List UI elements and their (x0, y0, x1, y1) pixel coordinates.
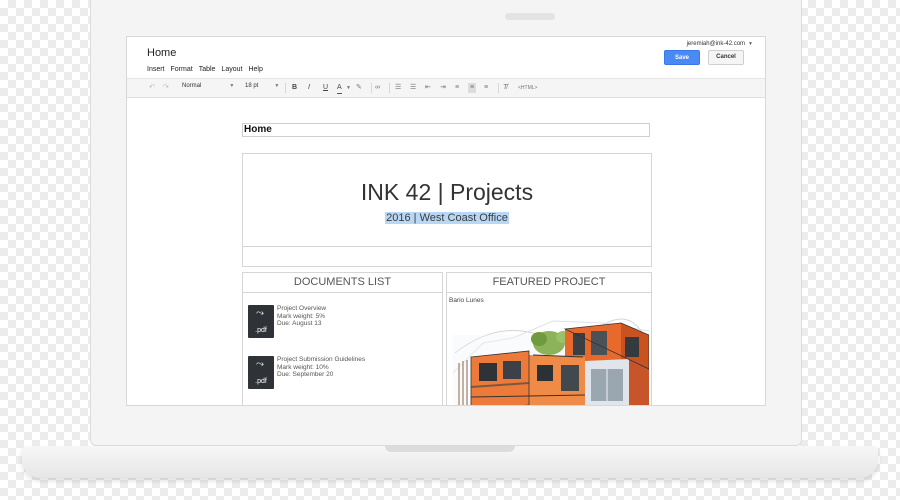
undo-icon[interactable]: ↶ (149, 83, 155, 93)
page-title: Home (147, 47, 177, 59)
toolbar-divider (498, 83, 499, 93)
pdf-icon-label: .pdf (255, 327, 267, 334)
document-details: Project Submission Guidelines Mark weigh… (277, 356, 365, 379)
acrobat-icon: ⤳ (256, 359, 264, 370)
html-mode-button[interactable]: <HTML> (518, 83, 537, 93)
documents-list-panel: DOCUMENTS LIST ⤳ .pdf Project Overview M… (242, 272, 443, 406)
formatting-toolbar: ↶ ↷ Normal ▼ 18 pt ▼ B I U A ▼ ✎ ∞ ☰ ☰ ⇤ ⇥… (127, 78, 765, 98)
documents-list-heading: DOCUMENTS LIST (243, 273, 442, 293)
font-size-value: 18 pt (245, 83, 259, 89)
redo-icon[interactable]: ↷ (163, 83, 169, 93)
align-right-icon[interactable]: ≡ (484, 83, 488, 93)
section-title-input[interactable]: Home (242, 123, 650, 137)
style-select[interactable]: Normal ▼ (182, 83, 234, 89)
pdf-icon-label: .pdf (255, 378, 267, 385)
align-center-icon[interactable]: ≡ (468, 83, 477, 93)
pdf-file-icon-partial (248, 405, 274, 406)
featured-project-heading: FEATURED PROJECT (447, 273, 651, 293)
toolbar-divider (371, 83, 372, 93)
highlight-icon[interactable]: ✎ (356, 83, 362, 93)
document-name[interactable]: Project Overview (277, 305, 326, 313)
hero-subtitle-wrap: 2016 | West Coast Office (243, 208, 651, 226)
style-select-value: Normal (182, 83, 202, 89)
link-icon[interactable]: ∞ (375, 83, 380, 93)
menu-help[interactable]: Help (248, 66, 262, 73)
menu-bar: Insert Format Table Layout Help (147, 66, 269, 73)
hero-block[interactable]: INK 42 | Projects 2016 | West Coast Offi… (242, 153, 652, 247)
bold-button[interactable]: B (292, 83, 297, 93)
laptop-base-groove (385, 446, 515, 452)
save-button[interactable]: Save (664, 50, 700, 65)
bulleted-list-icon[interactable]: ☰ (410, 83, 416, 93)
menu-layout[interactable]: Layout (221, 66, 242, 73)
italic-button[interactable]: I (308, 83, 310, 93)
text-color-button[interactable]: A (337, 83, 342, 94)
increase-indent-icon[interactable]: ⇥ (440, 83, 446, 93)
document-details: Project Overview Mark weight: 5% Due: Au… (277, 305, 326, 328)
acrobat-icon: ⤳ (256, 308, 264, 319)
building-illustration (453, 318, 649, 405)
pdf-file-icon: ⤳ .pdf (248, 305, 274, 338)
document-due: Due: September 20 (277, 371, 334, 378)
decrease-indent-icon[interactable]: ⇤ (425, 83, 431, 93)
underline-button[interactable]: U (323, 83, 328, 93)
menu-format[interactable]: Format (171, 66, 193, 73)
hero-title: INK 42 | Projects (360, 179, 534, 205)
numbered-list-icon[interactable]: ☰ (395, 83, 401, 93)
cancel-button[interactable]: Cancel (708, 50, 744, 65)
user-email: jeremiah@ink-42.com (686, 41, 746, 47)
document-name[interactable]: Project Submission Guidelines (277, 356, 365, 364)
featured-project-caption: Bario Lunes (449, 297, 484, 304)
camera-notch (505, 13, 555, 20)
chevron-down-icon: ▼ (346, 85, 351, 91)
chevron-down-icon: ▼ (229, 83, 235, 89)
chevron-down-icon: ▼ (748, 41, 753, 47)
document-due: Due: August 13 (277, 320, 322, 327)
align-left-icon[interactable]: ≡ (455, 83, 459, 93)
chevron-down-icon: ▼ (274, 83, 280, 89)
menu-insert[interactable]: Insert (147, 66, 165, 73)
document-weight: Mark weight: 10% (277, 363, 329, 371)
featured-project-panel: FEATURED PROJECT Bario Lunes (446, 272, 652, 405)
document-weight: Mark weight: 5% (277, 312, 326, 320)
account-menu[interactable]: jeremiah@ink-42.com ▼ (687, 41, 753, 47)
menu-table[interactable]: Table (199, 66, 216, 73)
editor-window: Home Insert Format Table Layout Help jeremia… (126, 36, 766, 406)
pdf-file-icon: ⤳ .pdf (248, 356, 274, 389)
toolbar-divider (285, 83, 286, 93)
clear-formatting-icon[interactable]: T̸ (503, 83, 507, 93)
font-size-select[interactable]: 18 pt ▼ (245, 83, 279, 89)
hero-subtitle-selected[interactable]: 2016 | West Coast Office (385, 212, 509, 224)
toolbar-divider (389, 83, 390, 93)
empty-row[interactable] (242, 247, 652, 267)
